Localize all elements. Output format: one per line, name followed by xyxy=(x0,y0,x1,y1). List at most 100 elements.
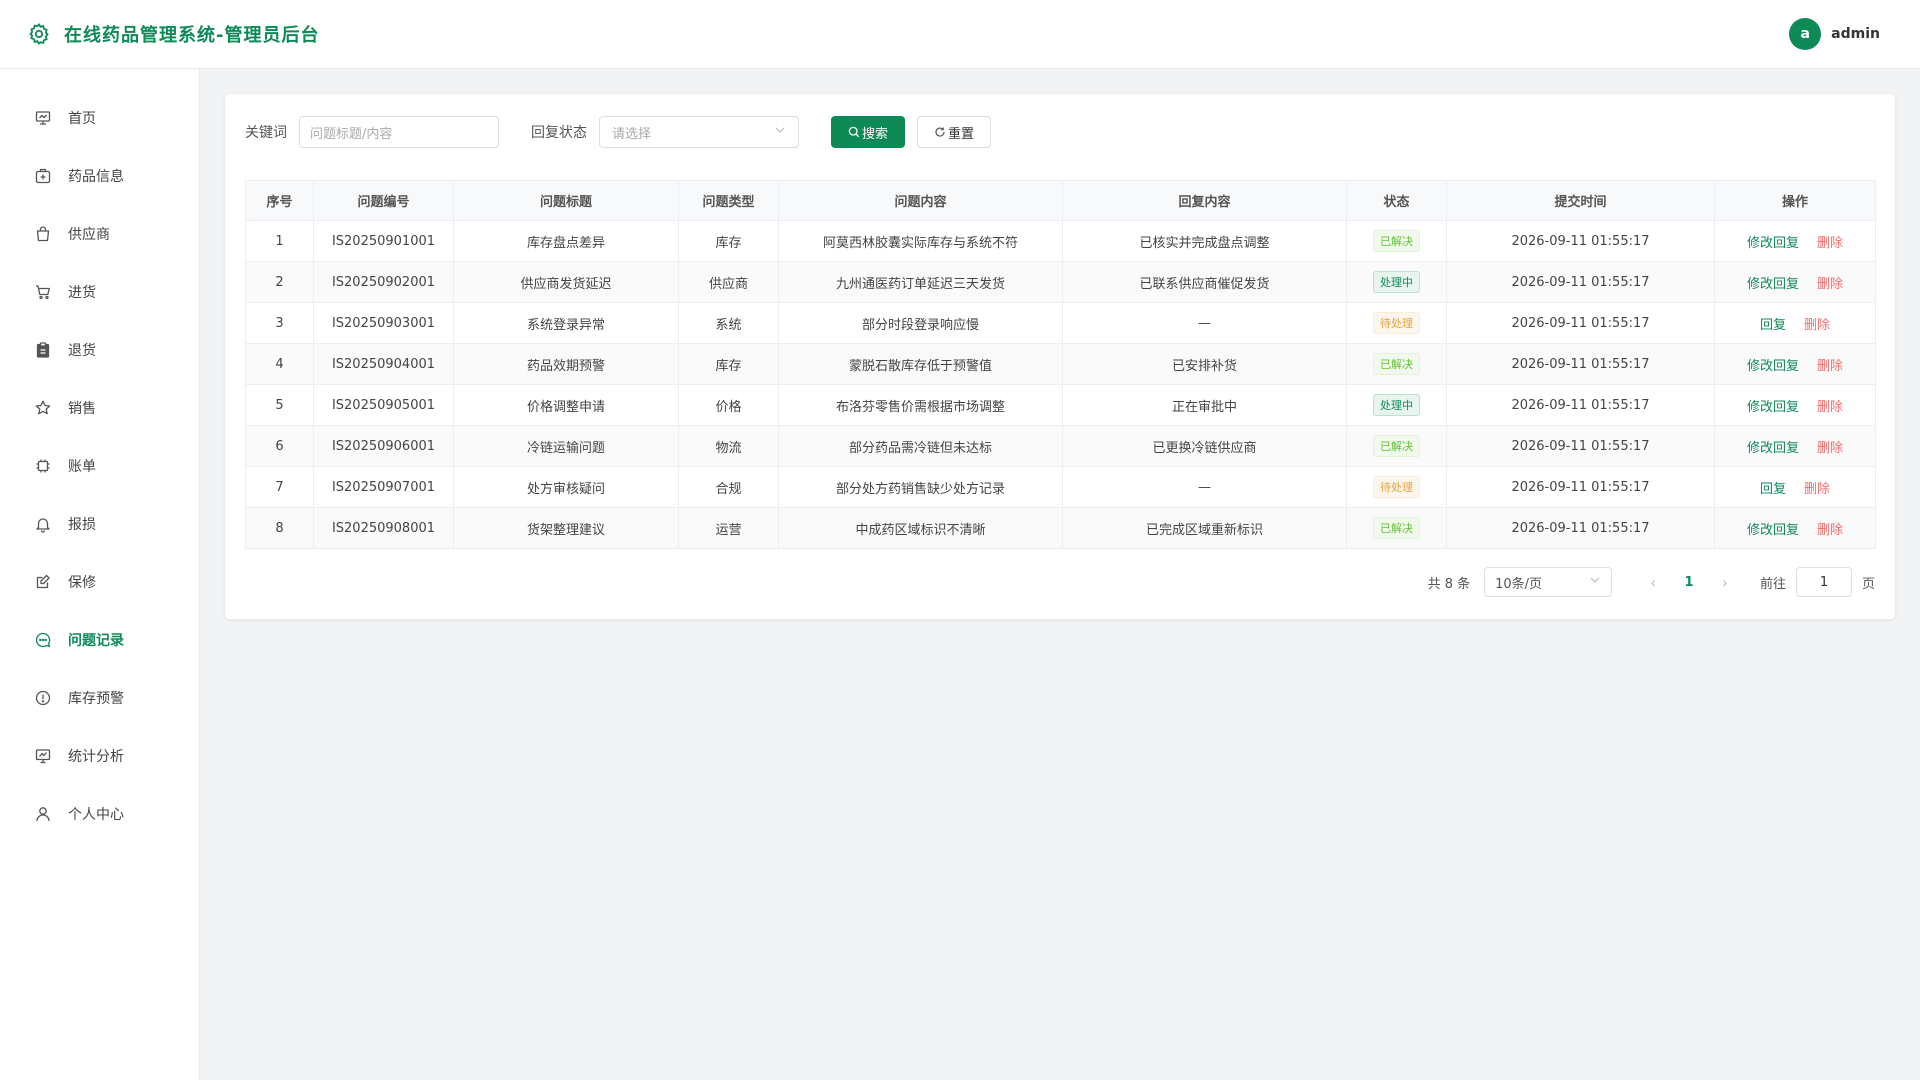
avatar[interactable]: a xyxy=(1789,18,1822,50)
cell-code: IS20250908001 xyxy=(313,507,454,549)
sidebar-item[interactable]: 销售 xyxy=(0,379,199,437)
user-name[interactable]: admin xyxy=(1831,26,1880,42)
delete-button[interactable]: 删除 xyxy=(1817,441,1843,456)
app-title: 在线药品管理系统-管理员后台 xyxy=(64,25,320,46)
cell-time: 2026-09-11 01:55:17 xyxy=(1446,343,1715,385)
sidebar-item[interactable]: 首页 xyxy=(0,89,199,147)
reply-button[interactable]: 修改回复 xyxy=(1747,441,1799,456)
column-header: 状态 xyxy=(1346,180,1447,221)
user-menu[interactable]: a admin xyxy=(1789,18,1880,50)
edit-note-icon xyxy=(34,573,52,591)
sidebar-item[interactable]: 药品信息 xyxy=(0,147,199,205)
cell-title: 供应商发货延迟 xyxy=(453,261,679,303)
delete-button[interactable]: 删除 xyxy=(1817,359,1843,374)
refresh-icon xyxy=(934,126,946,138)
sidebar-item[interactable]: 进货 xyxy=(0,263,199,321)
cell-time: 2026-09-11 01:55:17 xyxy=(1446,384,1715,426)
table-row: 6 IS20250906001 冷链运输问题 物流 部分药品需冷链但未达标 已更换冷链供应… xyxy=(245,425,1876,467)
column-header: 问题编号 xyxy=(313,180,454,221)
monitor-chart-icon xyxy=(34,747,52,765)
cell-actions: 修改回复 删除 xyxy=(1714,220,1876,262)
delete-button[interactable]: 删除 xyxy=(1804,318,1830,333)
status-placeholder: 请选择 xyxy=(612,126,652,142)
sidebar-item[interactable]: 保修 xyxy=(0,553,199,611)
sidebar-item[interactable]: 统计分析 xyxy=(0,727,199,785)
sidebar-item-label: 报损 xyxy=(68,517,96,533)
goto-page-value: 1 xyxy=(1819,574,1829,590)
sidebar-item[interactable]: 报损 xyxy=(0,495,199,553)
delete-button[interactable]: 删除 xyxy=(1817,236,1843,251)
table-body: 1 IS20250901001 库存盘点差异 库存 阿莫西林胶囊实际库存与系统不符 已核实… xyxy=(245,220,1876,549)
keyword-input[interactable]: 问题标题/内容 xyxy=(299,116,499,148)
keyword-placeholder: 问题标题/内容 xyxy=(310,126,393,142)
reply-button[interactable]: 修改回复 xyxy=(1747,523,1799,538)
sidebar: 首页 药品信息 供应商进货退货 销售 账单报损保修问题记录库存预警统计分析个人中心 xyxy=(0,69,200,1080)
status-badge: 待处理 xyxy=(1373,476,1420,498)
cell-actions: 修改回复 删除 xyxy=(1714,507,1876,549)
search-button[interactable]: 搜索 xyxy=(831,116,905,148)
sidebar-item[interactable]: 退货 xyxy=(0,321,199,379)
delete-button[interactable]: 删除 xyxy=(1804,482,1830,497)
reply-button[interactable]: 回复 xyxy=(1760,318,1786,333)
delete-button[interactable]: 删除 xyxy=(1817,277,1843,292)
next-page-icon[interactable]: › xyxy=(1722,573,1728,592)
cell-no: 2 xyxy=(245,261,314,303)
reset-button[interactable]: 重置 xyxy=(917,116,991,148)
cell-status: 已解决 xyxy=(1346,343,1447,385)
sidebar-item[interactable]: 账单 xyxy=(0,437,199,495)
cell-time: 2026-09-11 01:55:17 xyxy=(1446,261,1715,303)
cell-status: 待处理 xyxy=(1346,466,1447,508)
page-number-current[interactable]: 1 xyxy=(1685,575,1694,590)
warning-circle-icon xyxy=(34,689,52,707)
status-badge: 已解决 xyxy=(1373,517,1420,539)
cell-no: 5 xyxy=(245,384,314,426)
cell-content: 阿莫西林胶囊实际库存与系统不符 xyxy=(778,220,1063,262)
sidebar-item[interactable]: 供应商 xyxy=(0,205,199,263)
delete-button[interactable]: 删除 xyxy=(1817,523,1843,538)
cell-no: 7 xyxy=(245,466,314,508)
cell-code: IS20250906001 xyxy=(313,425,454,467)
reply-button[interactable]: 回复 xyxy=(1760,482,1786,497)
cell-reply: 已完成区域重新标识 xyxy=(1062,507,1347,549)
table-row: 4 IS20250904001 药品效期预警 库存 蒙脱石散库存低于预警值 已安排补货 已解… xyxy=(245,343,1876,385)
cell-content: 蒙脱石散库存低于预警值 xyxy=(778,343,1063,385)
reply-button[interactable]: 修改回复 xyxy=(1747,236,1799,251)
cell-title: 库存盘点差异 xyxy=(453,220,679,262)
cell-title: 价格调整申请 xyxy=(453,384,679,426)
sidebar-item-label: 问题记录 xyxy=(68,633,124,649)
cell-no: 8 xyxy=(245,507,314,549)
cell-type: 合规 xyxy=(678,466,779,508)
status-select[interactable]: 请选择 xyxy=(599,116,799,148)
cell-no: 1 xyxy=(245,220,314,262)
goto-page-input[interactable]: 1 xyxy=(1795,567,1852,597)
cell-time: 2026-09-11 01:55:17 xyxy=(1446,220,1715,262)
top-header: 在线药品管理系统-管理员后台 a admin xyxy=(0,0,1920,69)
reply-button[interactable]: 修改回复 xyxy=(1747,277,1799,292)
main-card: 关键词 问题标题/内容 回复状态 请选择 搜索 重置 序号 问题编号 问题标题 … xyxy=(225,94,1895,619)
sidebar-item-label: 进货 xyxy=(68,285,96,301)
status-label: 回复状态 xyxy=(531,125,587,141)
reply-button[interactable]: 修改回复 xyxy=(1747,359,1799,374)
sidebar-item[interactable]: 问题记录 xyxy=(0,611,199,669)
table-row: 7 IS20250907001 处方审核疑问 合规 部分处方药销售缺少处方记录 — 待处理 2… xyxy=(245,466,1876,508)
reply-button[interactable]: 修改回复 xyxy=(1747,400,1799,415)
search-button-label: 搜索 xyxy=(861,126,888,142)
sidebar-item[interactable]: 个人中心 xyxy=(0,785,199,843)
cell-type: 库存 xyxy=(678,343,779,385)
pagination: 共 8 条 10条/页 ‹ 1 › 前往 1 页 xyxy=(1428,567,1875,597)
sidebar-item-label: 统计分析 xyxy=(68,749,124,765)
cell-type: 供应商 xyxy=(678,261,779,303)
cell-status: 已解决 xyxy=(1346,507,1447,549)
sidebar-item[interactable]: 库存预警 xyxy=(0,669,199,727)
delete-button[interactable]: 删除 xyxy=(1817,400,1843,415)
cell-code: IS20250904001 xyxy=(313,343,454,385)
cell-reply: — xyxy=(1062,302,1347,344)
search-icon xyxy=(848,126,860,138)
cell-type: 运营 xyxy=(678,507,779,549)
home-monitor-icon xyxy=(34,109,52,127)
page-size-select[interactable]: 10条/页 xyxy=(1484,567,1613,597)
cell-no: 4 xyxy=(245,343,314,385)
column-header: 回复内容 xyxy=(1062,180,1347,221)
prev-page-icon[interactable]: ‹ xyxy=(1650,573,1656,592)
bell-icon xyxy=(34,515,52,533)
